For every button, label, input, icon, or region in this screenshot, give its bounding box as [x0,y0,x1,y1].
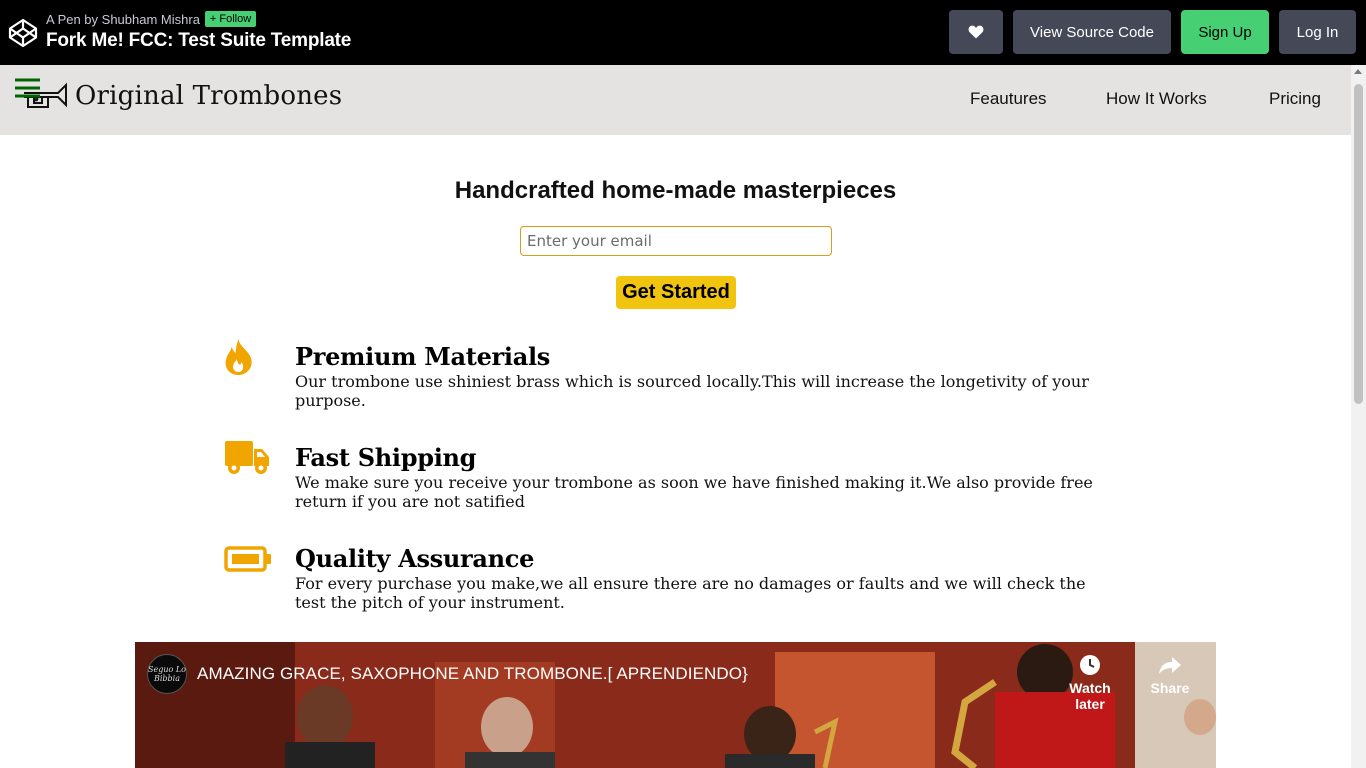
pen-author[interactable]: A Pen by Shubham Mishra [46,12,200,27]
feature-description: We make sure you receive your trombone a… [295,473,1093,511]
codepen-logo-icon[interactable] [7,17,39,49]
pen-byline: A Pen by Shubham Mishra + Follow [46,11,257,27]
nav-link-how-it-works[interactable]: How It Works [1106,89,1207,109]
feature-title: Premium Materials [295,342,550,371]
video-player[interactable]: Seguo Lo Bibbia AMAZING GRACE, SAXOPHONE… [135,642,1216,768]
site-header: Original Trombones Feautures How It Work… [0,65,1351,135]
hero-title: Handcrafted home-made masterpieces [454,177,897,204]
clock-icon [1080,655,1100,675]
heart-icon [968,25,984,39]
channel-avatar[interactable]: Seguo Lo Bibbia [147,654,187,694]
truck-icon [225,441,269,474]
scroll-thumb[interactable] [1354,84,1363,404]
follow-button[interactable]: + Follow [204,11,257,27]
page-scrollbar[interactable] [1351,65,1366,768]
share-button[interactable]: Share [1145,654,1195,696]
nav-link-features[interactable]: Feautures [970,89,1047,109]
brand-name: Original Trombones [75,81,343,111]
trombone-logo-icon[interactable] [14,77,70,113]
watch-later-button[interactable]: Watch later [1053,654,1127,712]
share-label: Share [1150,680,1190,696]
get-started-button[interactable]: Get Started [616,276,736,309]
signup-button[interactable]: Sign Up [1181,10,1269,54]
codepen-top-bar: A Pen by Shubham Mishra + Follow Fork Me… [0,0,1366,65]
nav-link-pricing[interactable]: Pricing [1269,89,1321,109]
email-input[interactable] [520,226,832,256]
follow-label: Follow [219,13,252,25]
view-source-button[interactable]: View Source Code [1013,10,1171,54]
battery-icon [224,546,271,572]
fire-icon [225,339,252,375]
like-button[interactable] [949,10,1003,54]
video-title[interactable]: AMAZING GRACE, SAXOPHONE AND TROMBONE.[ … [197,664,748,684]
share-icon [1159,657,1181,674]
feature-description: For every purchase you make,we all ensur… [295,574,1086,612]
watch-later-label: Watch later [1069,680,1111,712]
feature-description: Our trombone use shiniest brass which is… [295,372,1089,410]
scroll-up-arrow-icon[interactable] [1354,69,1362,74]
feature-title: Quality Assurance [295,544,535,573]
pen-title: Fork Me! FCC: Test Suite Template [46,30,352,51]
feature-title: Fast Shipping [295,443,477,472]
login-button[interactable]: Log In [1279,10,1356,54]
